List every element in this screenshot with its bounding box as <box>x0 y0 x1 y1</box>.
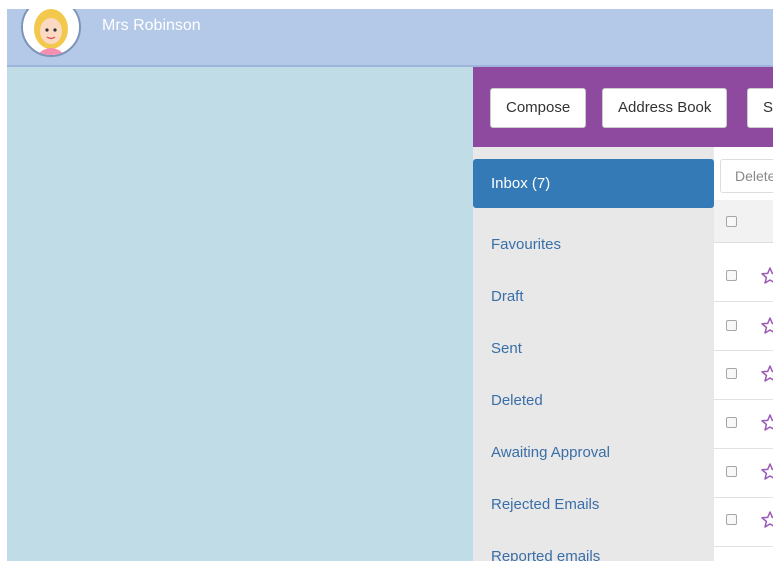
star-outline-icon[interactable] <box>760 462 773 482</box>
compose-button[interactable]: Compose <box>490 88 587 128</box>
address-book-button[interactable]: Address Book <box>602 88 728 128</box>
row-checkbox[interactable] <box>726 320 737 331</box>
star-outline-icon[interactable] <box>760 266 773 286</box>
delete-button[interactable]: Delete <box>720 159 773 193</box>
star-outline-icon[interactable] <box>760 510 773 530</box>
star-outline-icon[interactable] <box>760 316 773 336</box>
settings-button[interactable]: S <box>747 88 773 128</box>
table-row[interactable] <box>714 302 773 351</box>
row-checkbox[interactable] <box>726 514 737 525</box>
user-name: Mrs Robinson <box>102 17 201 34</box>
table-row[interactable] <box>714 498 773 547</box>
sidebar-item-reported-emails[interactable]: Reported emails <box>491 548 600 561</box>
mail-panel: Compose Address Book S Inbox (7) Favouri… <box>473 67 773 561</box>
sidebar-item-draft[interactable]: Draft <box>491 288 524 305</box>
table-row[interactable] <box>714 243 773 302</box>
sidebar-item-rejected-emails[interactable]: Rejected Emails <box>491 496 599 513</box>
row-checkbox[interactable] <box>726 368 737 379</box>
table-row[interactable] <box>714 400 773 449</box>
sidebar-item-sent[interactable]: Sent <box>491 340 522 357</box>
mail-toolbar: Compose Address Book S <box>473 67 773 147</box>
sidebar-item-inbox[interactable]: Inbox (7) <box>473 159 714 208</box>
avatar[interactable] <box>21 9 81 57</box>
table-row[interactable] <box>714 351 773 400</box>
folder-sidebar: Inbox (7) Favourites Draft Sent Deleted … <box>473 147 714 561</box>
list-header-row <box>714 200 773 243</box>
sidebar-item-favourites[interactable]: Favourites <box>491 236 561 253</box>
star-outline-icon[interactable] <box>760 413 773 433</box>
row-checkbox[interactable] <box>726 466 737 477</box>
row-checkbox[interactable] <box>726 270 737 281</box>
top-header: Mrs Robinson <box>7 9 773 67</box>
sidebar-item-deleted[interactable]: Deleted <box>491 392 543 409</box>
message-list: Delete <box>714 147 773 561</box>
app-frame: Mrs Robinson Compose Address Book S Inbo… <box>7 9 773 561</box>
star-outline-icon[interactable] <box>760 364 773 384</box>
user-avatar-icon <box>23 9 79 55</box>
row-checkbox[interactable] <box>726 417 737 428</box>
select-all-checkbox[interactable] <box>726 216 737 227</box>
table-row[interactable] <box>714 449 773 498</box>
sidebar-item-awaiting-approval[interactable]: Awaiting Approval <box>491 444 610 461</box>
